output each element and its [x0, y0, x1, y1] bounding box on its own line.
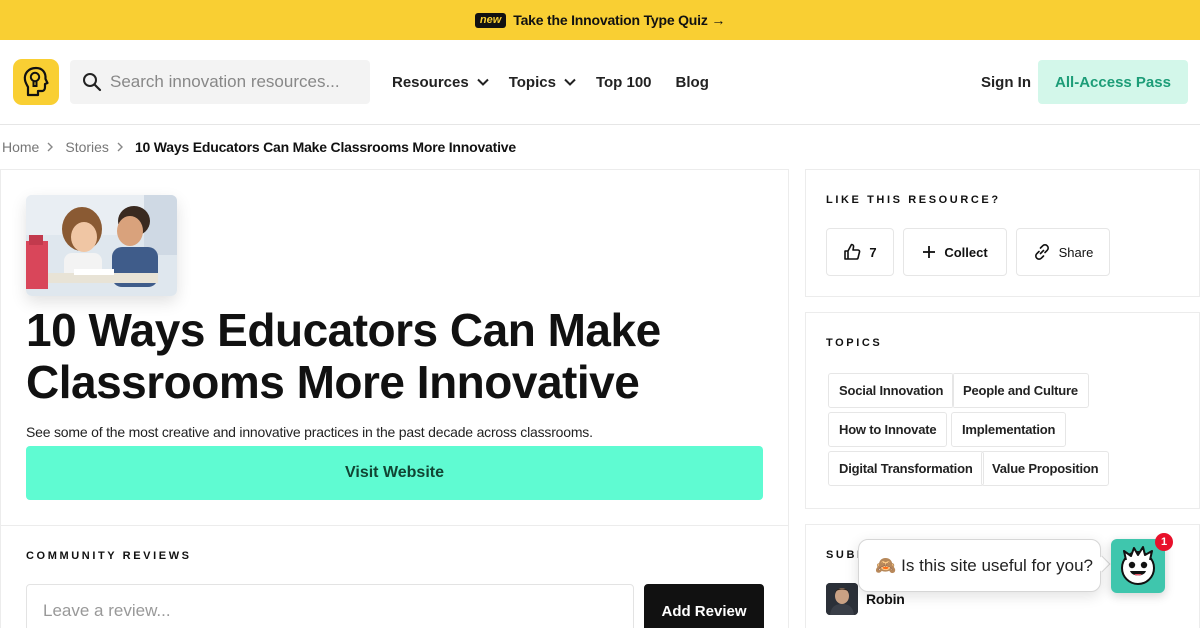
- chevron-right-icon: [44, 141, 56, 153]
- collect-button[interactable]: Collect: [903, 228, 1007, 276]
- nav-top-100[interactable]: Top 100: [596, 74, 652, 91]
- promo-bar[interactable]: new Take the Innovation Type Quiz →: [0, 0, 1200, 40]
- monkey-emoji: 🙈: [875, 555, 897, 575]
- topics-card: TOPICS Social Innovation People and Cult…: [805, 312, 1200, 509]
- nav-resources[interactable]: Resources: [392, 74, 489, 91]
- search-icon: [82, 72, 102, 92]
- breadcrumb-current: 10 Ways Educators Can Make Classrooms Mo…: [134, 139, 516, 155]
- like-count: 7: [869, 244, 877, 260]
- lightbulb-head-icon: [23, 66, 49, 97]
- chat-prompt-bubble[interactable]: 🙈 Is this site useful for you?: [858, 539, 1101, 592]
- resource-card: 10 Ways Educators Can Make Classrooms Mo…: [0, 169, 789, 526]
- breadcrumb: Home Stories 10 Ways Educators Can Make …: [2, 137, 516, 157]
- search-box[interactable]: [70, 60, 370, 104]
- resource-description: See some of the most creative and innova…: [26, 424, 593, 440]
- nav-resources-label: Resources: [392, 73, 469, 91]
- search-input[interactable]: [110, 72, 360, 92]
- breadcrumb-home[interactable]: Home: [2, 139, 39, 155]
- topic-tag[interactable]: How to Innovate: [828, 412, 948, 447]
- topic-tag[interactable]: Digital Transformation: [828, 451, 984, 486]
- nav-blog[interactable]: Blog: [676, 74, 709, 91]
- review-input[interactable]: [26, 584, 634, 628]
- avatar[interactable]: [826, 583, 858, 615]
- thumbs-up-icon: [844, 243, 861, 260]
- resource-title: 10 Ways Educators Can Make Classrooms Mo…: [26, 304, 661, 408]
- nav-topics-label: Topics: [508, 73, 556, 91]
- chevron-down-icon: [477, 78, 489, 86]
- chat-prompt-text: Is this site useful for you?: [901, 555, 1093, 575]
- share-button[interactable]: Share: [1016, 228, 1110, 276]
- like-resource-card: LIKE THIS RESOURCE? 7 Collect Share: [805, 169, 1200, 297]
- innovation-quiz-link[interactable]: Take the Innovation Type Quiz →: [513, 12, 725, 28]
- topic-tag[interactable]: People and Culture: [952, 373, 1089, 408]
- all-access-pass-button[interactable]: All-Access Pass: [1038, 60, 1188, 104]
- chat-bot-face-icon: [1121, 546, 1155, 585]
- topic-tag[interactable]: Value Proposition: [981, 451, 1110, 486]
- like-resource-heading: LIKE THIS RESOURCE?: [826, 194, 1001, 206]
- topic-tag[interactable]: Social Innovation: [828, 373, 955, 408]
- sign-in-link[interactable]: Sign In: [981, 60, 1031, 104]
- chevron-down-icon: [564, 78, 576, 86]
- submitter-name[interactable]: Robin: [866, 591, 905, 607]
- site-header: Resources Topics Top 100 Blog Sign In Al…: [0, 40, 1200, 125]
- nav-topics[interactable]: Topics: [509, 74, 576, 91]
- like-button[interactable]: 7: [826, 228, 894, 276]
- collect-label: Collect: [944, 244, 988, 260]
- link-icon: [1034, 244, 1049, 260]
- topics-heading: TOPICS: [826, 337, 883, 349]
- main-nav: Resources Topics Top 100 Blog: [392, 60, 733, 104]
- plus-icon: [923, 246, 936, 258]
- chevron-right-icon: [114, 141, 126, 153]
- community-reviews-heading: COMMUNITY REVIEWS: [26, 550, 192, 562]
- topic-tag[interactable]: Implementation: [951, 412, 1067, 447]
- notification-badge: 1: [1155, 533, 1173, 551]
- visit-website-button[interactable]: Visit Website: [26, 446, 763, 500]
- add-review-button[interactable]: Add Review: [644, 584, 764, 628]
- resource-thumbnail: [26, 195, 177, 296]
- community-reviews-card: COMMUNITY REVIEWS Add Review: [0, 525, 789, 628]
- new-badge: new: [474, 12, 507, 28]
- site-logo[interactable]: [13, 59, 59, 105]
- share-label: Share: [1058, 244, 1094, 260]
- breadcrumb-stories[interactable]: Stories: [65, 139, 109, 155]
